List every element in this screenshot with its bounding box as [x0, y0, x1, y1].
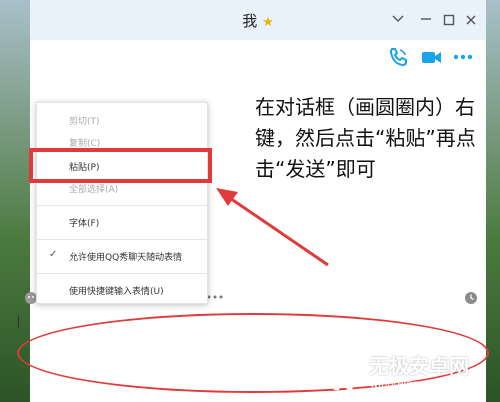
title-bar: 我 ★: [30, 0, 486, 40]
more-icon[interactable]: [452, 46, 474, 68]
close-icon[interactable]: [465, 14, 477, 26]
menu-separator: [37, 273, 207, 274]
checkmark-icon: ✓: [49, 249, 58, 260]
watermark-url: wjhotelgroup.com: [370, 379, 460, 390]
watermark-name: 无极安卓网: [369, 354, 469, 378]
menu-separator: [37, 239, 207, 240]
maximize-icon[interactable]: [443, 14, 455, 26]
text-cursor: [18, 316, 19, 328]
watermark-logo: [318, 358, 362, 390]
phone-icon[interactable]: [387, 46, 409, 68]
chevron-down-icon[interactable]: [392, 14, 404, 24]
context-menu: 剪切(T) 复制(C) 粘贴(P) 全部选择(A) 字体(F) ✓ 允许使用QQ…: [36, 102, 208, 304]
window-title: 我 ★: [30, 10, 486, 31]
star-icon: ★: [262, 15, 274, 30]
video-icon[interactable]: [420, 46, 442, 68]
menu-item-font[interactable]: 字体(F): [37, 211, 207, 233]
instruction-text: 在对话框（画圆圈内）右键，然后点击“粘贴”再点击“发送”即可: [255, 95, 476, 181]
contact-name: 我: [242, 12, 258, 30]
clock-icon[interactable]: [464, 291, 478, 305]
paste-highlight-box: [29, 148, 212, 183]
minimize-icon[interactable]: [420, 14, 432, 24]
menu-item-cut[interactable]: 剪切(T): [37, 109, 207, 131]
menu-item-shortcut-emotes[interactable]: 使用快捷键输入表情(U): [37, 279, 207, 301]
annotation-arrows: [216, 188, 329, 267]
background-landscape-right: [486, 0, 500, 402]
menu-separator: [37, 205, 207, 206]
more-tools-icon[interactable]: [206, 294, 224, 300]
menu-item-qq-show-emotes[interactable]: ✓ 允许使用QQ秀聊天随动表情: [37, 245, 207, 267]
